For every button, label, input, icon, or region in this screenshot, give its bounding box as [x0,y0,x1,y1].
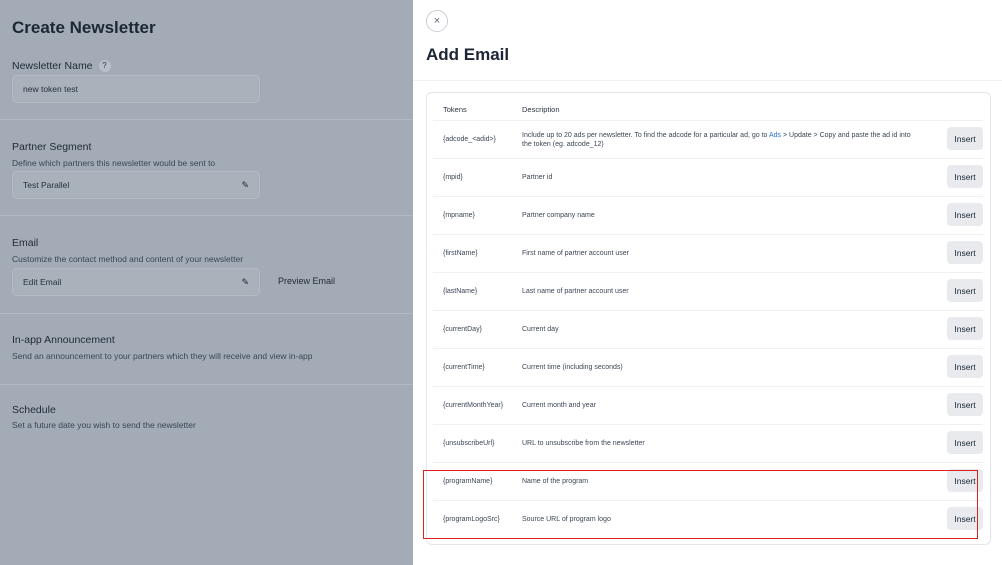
newsletter-name-input[interactable]: new token test [12,75,260,103]
divider [0,119,413,120]
table-row: {firstName} First name of partner account… [433,234,983,272]
inapp-announcement-label: In-app Announcement [12,334,115,346]
description-cell: Partner company name [522,212,595,219]
description-cell: First name of partner account user [522,250,629,257]
table-row: {currentDay} Current day Insert [433,310,983,348]
inapp-announcement-description: Send an announcement to your partners wh… [12,351,313,361]
column-header-description: Description [522,105,560,114]
description-cell: Last name of partner account user [522,288,629,295]
insert-button[interactable]: Insert [947,317,983,340]
page-title: Create Newsletter [12,18,156,37]
token-cell: {adcode_<adid>} [443,136,496,143]
table-row: {unsubscribeUrl} URL to unsubscribe from … [433,424,983,462]
description-cell: Current month and year [522,402,596,409]
newsletter-name-label: Newsletter Name? [12,60,111,72]
create-newsletter-page: Create Newsletter Newsletter Name? new t… [0,0,413,565]
insert-button[interactable]: Insert [947,393,983,416]
newsletter-name-value: new token test [23,84,78,94]
token-cell: {currentTime} [443,364,485,371]
edit-pencil-icon[interactable]: ✎ [241,277,249,288]
highlight-annotation [423,470,978,539]
insert-button[interactable]: Insert [947,127,983,150]
table-row: {mpid} Partner id Insert [433,158,983,196]
token-cell: {lastName} [443,288,478,295]
newsletter-name-label-text: Newsletter Name [12,60,93,72]
edit-email-field[interactable]: Edit Email ✎ [12,268,260,296]
table-row: {currentTime} Current time (including sec… [433,348,983,386]
table-header: Tokens Description [427,93,990,120]
table-row: {adcode_<adid>} Include up to 20 ads per… [433,120,983,158]
divider [0,384,413,385]
description-text: Include up to 20 ads per newsletter. To … [522,131,911,148]
partner-segment-description: Define which partners this newsletter wo… [12,158,216,168]
description-cell: URL to unsubscribe from the newsletter [522,440,645,447]
schedule-description: Set a future date you wish to send the n… [12,420,196,430]
column-header-tokens: Tokens [443,105,467,114]
token-cell: {unsubscribeUrl} [443,440,495,447]
close-icon[interactable]: × [426,10,448,32]
description-cell: Include up to 20 ads per newsletter. To … [522,121,922,158]
token-cell: {mpname} [443,212,475,219]
description-cell: Partner id [522,174,553,181]
table-row: {lastName} Last name of partner account u… [433,272,983,310]
email-description: Customize the contact method and content… [12,254,244,264]
insert-button[interactable]: Insert [947,241,983,264]
insert-button[interactable]: Insert [947,355,983,378]
insert-button[interactable]: Insert [947,203,983,226]
partner-segment-value: Test Parallel [23,180,70,190]
preview-email-link[interactable]: Preview Email [278,276,335,286]
description-cell: Current day [522,326,559,333]
token-cell: {currentDay} [443,326,482,333]
divider [0,313,413,314]
partner-segment-field[interactable]: Test Parallel ✎ [12,171,260,199]
token-cell: {mpid} [443,174,463,181]
insert-button[interactable]: Insert [947,165,983,188]
table-row: {currentMonthYear} Current month and year… [433,386,983,424]
divider [0,215,413,216]
edit-email-value: Edit Email [23,277,62,287]
insert-button[interactable]: Insert [947,431,983,454]
token-cell: {firstName} [443,250,478,257]
ads-link[interactable]: Ads [769,132,781,139]
description-cell: Current time (including seconds) [522,364,623,371]
edit-pencil-icon[interactable]: ✎ [241,180,249,191]
divider [413,80,1002,81]
schedule-label: Schedule [12,404,56,416]
panel-title: Add Email [426,45,510,64]
table-row: {mpname} Partner company name Insert [433,196,983,234]
email-label: Email [12,237,39,249]
insert-button[interactable]: Insert [947,279,983,302]
help-icon[interactable]: ? [98,60,111,72]
token-cell: {currentMonthYear} [443,402,504,409]
partner-segment-label: Partner Segment [12,141,92,153]
